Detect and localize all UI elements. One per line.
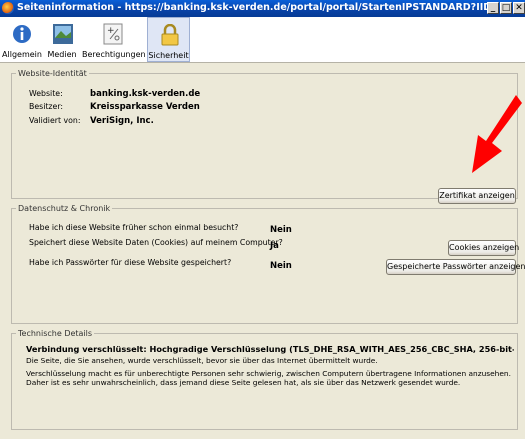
technical-group: Technische Details Verbindung verschlüss… [11,329,518,430]
validated-label: Validiert von: [29,116,81,125]
minimize-button[interactable]: _ [487,2,499,14]
lock-icon [161,24,179,46]
identity-group: Website-Identität Website: banking.ksk-v… [11,69,518,204]
tab-sicherheit[interactable]: Sicherheit [147,17,190,62]
passwords-answer: Nein [270,261,292,271]
title-bar[interactable]: Seiteninformation - https://banking.ksk-… [0,0,525,17]
tab-label: Sicherheit [148,51,189,60]
info-icon [13,25,31,43]
show-certificate-button[interactable]: Zertifikat anzeigen [438,188,516,204]
tab-allgemein[interactable]: Allgemein [2,17,42,62]
technical-legend: Technische Details [18,329,93,338]
encryption-line1: Die Seite, die Sie ansehen, wurde versch… [26,356,378,365]
encryption-line2: Verschlüsselung macht es für unberechtig… [26,369,511,387]
annotation-arrow [472,95,522,173]
website-label: Website: [29,89,63,98]
show-cookies-button[interactable]: Cookies anzeigen [448,240,519,256]
website-value: banking.ksk-verden.de [90,89,201,99]
passwords-question: Habe ich Passwörter für diese Website ge… [29,258,232,267]
tab-label: Allgemein [2,50,42,59]
media-icon [53,24,73,44]
tab-label: Berechtigungen [82,50,146,59]
owner-value: Kreissparkasse Verden [90,102,200,112]
show-passwords-button[interactable]: Gespeicherte Passwörter anzeigen [386,259,525,275]
window-title: Seiteninformation - https://banking.ksk-… [17,2,487,13]
privacy-legend: Datenschutz & Chronik [18,204,111,213]
validated-value: VeriSign, Inc. [90,116,154,126]
owner-label: Besitzer: [29,102,64,111]
close-button[interactable]: ✕ [513,2,525,14]
tab-label: Medien [47,50,77,59]
cookies-answer: Ja [270,241,279,251]
identity-legend: Website-Identität [18,69,87,78]
visited-question: Habe ich diese Website früher schon einm… [29,223,239,232]
visited-answer: Nein [270,225,292,235]
firefox-icon [2,2,14,14]
cookies-question: Speichert diese Website Daten (Cookies) … [29,238,283,247]
encryption-headline: Verbindung verschlüsselt: Hochgradige Ve… [26,344,514,354]
maximize-button[interactable]: □ [500,2,512,14]
tab-medien[interactable]: Medien [44,17,80,62]
permissions-icon: + [103,23,123,45]
toolbar: Allgemein Medien + Berechtigungen Sicher… [0,17,525,63]
tab-berechtigungen[interactable]: + Berechtigungen [82,17,146,62]
privacy-group: Datenschutz & Chronik Habe ich diese Web… [11,204,525,324]
